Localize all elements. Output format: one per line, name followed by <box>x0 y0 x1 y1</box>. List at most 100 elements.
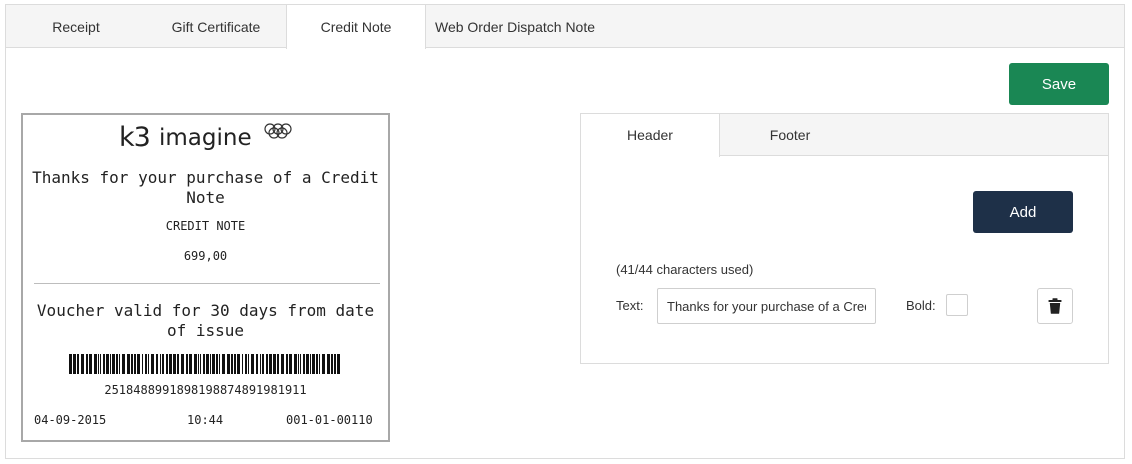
bold-checkbox[interactable] <box>946 294 968 316</box>
barcode-bar <box>248 354 249 374</box>
barcode-bar <box>189 354 192 374</box>
receipt-header-text: Thanks for your purchase of a Credit Not… <box>32 168 379 207</box>
barcode-bar <box>145 354 147 374</box>
bold-label: Bold: <box>906 298 936 313</box>
barcode-bar <box>234 354 236 374</box>
barcode-bar <box>303 354 305 374</box>
barcode-bar <box>269 354 272 374</box>
barcode-bar <box>289 354 292 374</box>
barcode-bar <box>310 354 311 374</box>
barcode-bar <box>242 354 243 374</box>
barcode-bar <box>166 354 168 374</box>
barcode-bar <box>260 354 261 374</box>
barcode-bar <box>142 354 143 374</box>
barcode-bar <box>131 354 133 374</box>
barcode-bar <box>316 354 318 374</box>
barcode-bar <box>134 354 136 374</box>
barcode-bar <box>148 354 149 374</box>
delete-line-button[interactable] <box>1037 288 1073 324</box>
barcode-bar <box>177 354 179 374</box>
tab-receipt[interactable]: Receipt <box>6 5 146 48</box>
barcode-bar <box>160 354 161 374</box>
barcode-bar <box>216 354 218 374</box>
trash-icon <box>1048 298 1062 314</box>
receipt-divider <box>34 283 380 284</box>
barcode-bar <box>119 354 120 374</box>
barcode-bar <box>200 354 201 374</box>
receipt-preview: k3 imagine Thanks for your purchase of a… <box>21 113 390 442</box>
barcode-bar <box>327 354 330 374</box>
barcode-bar <box>110 354 111 374</box>
barcode-bar <box>300 354 301 374</box>
barcode-bar <box>251 354 254 374</box>
receipt-reference: 001-01-00110 <box>286 413 373 427</box>
logo-rings-icon <box>264 123 292 139</box>
receipt-type-tabs: Receipt Gift Certificate Credit Note Web… <box>6 5 1124 49</box>
text-label: Text: <box>616 298 644 313</box>
receipt-title: CREDIT NOTE <box>165 219 246 233</box>
barcode-bar <box>281 354 284 374</box>
barcode-bar <box>156 354 158 374</box>
barcode-bar <box>219 354 220 374</box>
barcode-bar <box>122 354 125 374</box>
barcode-bar <box>116 354 118 374</box>
receipt-footer-text: Voucher valid for 30 days from date of i… <box>36 301 375 340</box>
save-button[interactable]: Save <box>1009 63 1109 105</box>
tab-footer[interactable]: Footer <box>720 114 860 156</box>
tab-header[interactable]: Header <box>581 114 720 157</box>
tab-credit-note[interactable]: Credit Note <box>286 5 426 49</box>
barcode-bar <box>198 354 199 374</box>
receipt-time: 10:44 <box>187 413 224 427</box>
barcode-bar <box>103 354 105 374</box>
tab-web-order-dispatch-note[interactable]: Web Order Dispatch Note <box>426 5 604 48</box>
barcode-bar <box>237 354 240 374</box>
barcode-bar <box>212 354 215 374</box>
barcode-bar <box>112 354 115 374</box>
barcode-bar <box>222 354 225 374</box>
barcode-bar <box>127 354 130 374</box>
barcode-bar <box>169 354 172 374</box>
barcode-bar <box>69 354 72 374</box>
add-button[interactable]: Add <box>973 191 1073 233</box>
receipt-amount: 699,00 <box>183 249 228 263</box>
barcode-bar <box>312 354 315 374</box>
barcode-bar <box>151 354 154 374</box>
tab-gift-certificate[interactable]: Gift Certificate <box>146 5 286 48</box>
barcode-bar <box>337 354 340 374</box>
barcode-bar <box>203 354 205 374</box>
barcode-bar <box>73 354 76 374</box>
barcode-bar <box>86 354 88 374</box>
barcode-bar <box>277 354 279 374</box>
barcode-bar <box>227 354 230 374</box>
receipt-date: 04-09-2015 <box>34 413 107 427</box>
barcode-bar <box>210 354 211 374</box>
barcode-bar <box>100 354 101 374</box>
barcode-bar <box>186 354 188 374</box>
receipt-text-editor: Header Footer Add (41/44 characters used… <box>580 113 1109 364</box>
barcode-bar <box>81 354 84 374</box>
barcode-bar <box>294 354 297 374</box>
barcode-bar <box>77 354 79 374</box>
barcode-bar <box>334 354 336 374</box>
barcode-bar <box>137 354 140 374</box>
barcode-bar <box>231 354 233 374</box>
barcode-bar <box>273 354 276 374</box>
barcode-bar <box>162 354 164 374</box>
barcode-bar <box>89 354 92 374</box>
barcode-bar <box>181 354 184 374</box>
logo-k3-text: k3 <box>119 122 151 153</box>
k3-imagine-logo: k3 imagine <box>119 121 299 153</box>
barcode-bar <box>94 354 97 374</box>
barcode-bar <box>266 354 268 374</box>
header-text-input[interactable] <box>657 288 876 324</box>
barcode-bar <box>98 354 99 374</box>
editor-tabs: Header Footer <box>581 114 1108 157</box>
barcode-bar <box>256 354 258 374</box>
barcode-bar <box>331 354 333 374</box>
barcode-bar <box>298 354 299 374</box>
barcode-number: 2518488991898198874891981911 <box>104 383 307 397</box>
barcode-bar <box>206 354 209 374</box>
barcode-bar <box>319 354 320 374</box>
barcode-bar <box>194 354 197 374</box>
barcode-bar <box>262 354 264 374</box>
